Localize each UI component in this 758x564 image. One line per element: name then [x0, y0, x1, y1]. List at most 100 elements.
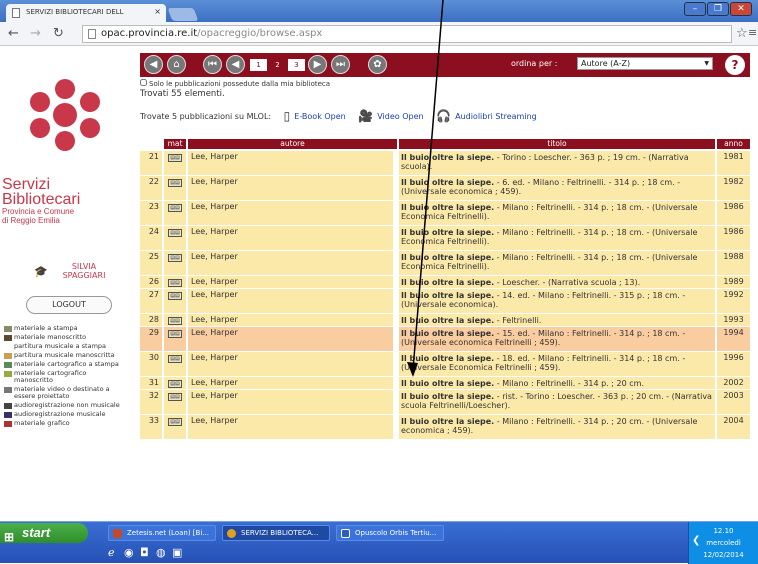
title-main[interactable]: Il buio oltre la siepe.	[401, 329, 494, 338]
title-main[interactable]: Il buio oltre la siepe.	[401, 203, 494, 212]
tab-close-button[interactable]: ×	[154, 7, 161, 16]
new-tab-button[interactable]	[167, 8, 199, 21]
chrome-icon[interactable]: ◍	[156, 546, 166, 559]
help-button[interactable]: ?	[725, 55, 745, 75]
title-main[interactable]: Il buio oltre la siepe.	[401, 228, 494, 237]
title-cell[interactable]: Il buio oltre la siepe. - 14. ed. - Mila…	[399, 289, 715, 313]
back-icon[interactable]: ◀	[144, 55, 163, 74]
taskbar-item-browser[interactable]: SERVIZI BIBLIOTECA...	[222, 525, 330, 541]
address-bar[interactable]: opac.provincia.re.it/opacreggio/browse.a…	[82, 25, 732, 43]
title-cell[interactable]: Il buio oltre la siepe. - 6. ed. - Milan…	[399, 176, 715, 200]
legend-item: materiale video o destinato a essere pro…	[2, 386, 126, 400]
table-row[interactable]: 21 ▤▤ Lee, Harper Il buio oltre la siepe. -…	[140, 151, 750, 175]
app-icon[interactable]: ▣	[172, 546, 182, 559]
settings-icon[interactable]: ✿	[368, 55, 387, 74]
legend-item: audioregistrazione non musicale	[2, 402, 126, 409]
author-cell[interactable]: Lee, Harper	[188, 327, 393, 351]
table-row[interactable]: 30 ▤▤ Lee, Harper Il buio oltre la siepe. -…	[140, 352, 750, 376]
maximize-button[interactable]: ❐	[707, 2, 729, 16]
forward-icon[interactable]: →	[30, 26, 41, 41]
table-row[interactable]: 28 ▤▤ Lee, Harper Il buio oltre la siepe. -…	[140, 314, 750, 326]
material-cell: ▤▤	[164, 314, 186, 326]
author-cell[interactable]: Lee, Harper	[188, 276, 393, 288]
title-cell[interactable]: Il buio oltre la siepe. - Torino : Loesc…	[399, 151, 715, 175]
prev-page-icon[interactable]: ◀	[226, 55, 245, 74]
page-3-button[interactable]: 3	[288, 59, 305, 71]
browser-tab[interactable]: SERVIZI BIBLIOTECARI DELL ×	[6, 4, 166, 22]
home-icon[interactable]: ⌂	[167, 55, 186, 74]
tray-arrow-icon[interactable]: ❮	[692, 535, 700, 547]
author-cell[interactable]: Lee, Harper	[188, 151, 393, 175]
table-row[interactable]: 29 ▤▤ Lee, Harper Il buio oltre la siepe. -…	[140, 327, 750, 351]
star-icon[interactable]: ☆	[736, 26, 748, 41]
audiobook-link[interactable]: Audiolibri Streaming	[455, 112, 537, 121]
office-icon[interactable]: ◘	[140, 546, 149, 559]
title-main[interactable]: Il buio oltre la siepe.	[401, 291, 494, 300]
title-main[interactable]: Il buio oltre la siepe.	[401, 153, 494, 162]
author-cell[interactable]: Lee, Harper	[188, 377, 393, 389]
title-main[interactable]: Il buio oltre la siepe.	[401, 253, 494, 262]
author-cell[interactable]: Lee, Harper	[188, 415, 393, 439]
title-main[interactable]: Il buio oltre la siepe.	[401, 316, 494, 325]
video-link[interactable]: Video Open	[377, 112, 423, 121]
title-main[interactable]: Il buio oltre la siepe.	[401, 392, 494, 401]
table-row[interactable]: 25 ▤▤ Lee, Harper Il buio oltre la siepe. -…	[140, 251, 750, 275]
header-mat[interactable]: mat	[164, 139, 186, 149]
title-cell[interactable]: Il buio oltre la siepe. - Feltrinelli.	[399, 314, 715, 326]
mlol-label: Trovate 5 pubblicazioni su MLOL:	[140, 111, 272, 121]
logout-button[interactable]: LOGOUT	[26, 296, 112, 314]
table-row[interactable]: 32 ▤▤ Lee, Harper Il buio oltre la siepe. -…	[140, 390, 750, 414]
owned-only-checkbox[interactable]	[140, 79, 147, 86]
table-row[interactable]: 22 ▤▤ Lee, Harper Il buio oltre la siepe. -…	[140, 176, 750, 200]
table-row[interactable]: 26 ▤▤ Lee, Harper Il buio oltre la siepe. -…	[140, 276, 750, 288]
table-row[interactable]: 24 ▤▤ Lee, Harper Il buio oltre la siepe. -…	[140, 226, 750, 250]
ebook-link[interactable]: E-Book Open	[294, 112, 345, 121]
last-page-icon[interactable]: ⏭	[331, 55, 350, 74]
next-page-icon[interactable]: ▶	[308, 55, 327, 74]
menu-icon[interactable]: ≡	[748, 26, 757, 39]
back-icon[interactable]: ←	[8, 26, 19, 41]
title-main[interactable]: Il buio oltre la siepe.	[401, 278, 494, 287]
reload-icon[interactable]: ↻	[53, 26, 64, 41]
material-cell: ▤▤	[164, 226, 186, 250]
page-2-button[interactable]: 2	[269, 59, 286, 71]
author-cell[interactable]: Lee, Harper	[188, 176, 393, 200]
ie-icon[interactable]: ℯ	[108, 546, 115, 559]
header-titolo[interactable]: titolo	[399, 139, 715, 149]
title-cell[interactable]: Il buio oltre la siepe. - Milano : Feltr…	[399, 415, 715, 439]
title-cell[interactable]: Il buio oltre la siepe. - Milano : Feltr…	[399, 377, 715, 389]
close-window-button[interactable]: ✕	[730, 2, 752, 16]
title-cell[interactable]: Il buio oltre la siepe. - rist. - Torino…	[399, 390, 715, 414]
title-cell[interactable]: Il buio oltre la siepe. - Milano : Feltr…	[399, 226, 715, 250]
title-main[interactable]: Il buio oltre la siepe.	[401, 354, 494, 363]
table-row[interactable]: 27 ▤▤ Lee, Harper Il buio oltre la siepe. -…	[140, 289, 750, 313]
author-cell[interactable]: Lee, Harper	[188, 314, 393, 326]
author-cell[interactable]: Lee, Harper	[188, 352, 393, 376]
title-cell[interactable]: Il buio oltre la siepe. - 15. ed. - Mila…	[399, 327, 715, 351]
title-main[interactable]: Il buio oltre la siepe.	[401, 379, 494, 388]
author-cell[interactable]: Lee, Harper	[188, 289, 393, 313]
title-cell[interactable]: Il buio oltre la siepe. - Milano : Feltr…	[399, 251, 715, 275]
title-main[interactable]: Il buio oltre la siepe.	[401, 178, 494, 187]
author-cell[interactable]: Lee, Harper	[188, 201, 393, 225]
title-main[interactable]: Il buio oltre la siepe.	[401, 417, 494, 426]
title-cell[interactable]: Il buio oltre la siepe. - Loescher. - (N…	[399, 276, 715, 288]
minimize-button[interactable]: –	[684, 2, 706, 16]
taskbar-item-zetesis[interactable]: Zetesis.net (Loan) [Bi...	[108, 525, 216, 541]
start-button[interactable]: ⊞ start	[0, 523, 88, 544]
author-cell[interactable]: Lee, Harper	[188, 251, 393, 275]
table-row[interactable]: 31 ▤▤ Lee, Harper Il buio oltre la siepe. -…	[140, 377, 750, 389]
table-row[interactable]: 23 ▤▤ Lee, Harper Il buio oltre la siepe. -…	[140, 201, 750, 225]
first-page-icon[interactable]: ⏮	[203, 55, 222, 74]
author-cell[interactable]: Lee, Harper	[188, 390, 393, 414]
header-anno[interactable]: anno	[717, 139, 750, 149]
title-cell[interactable]: Il buio oltre la siepe. - Milano : Feltr…	[399, 201, 715, 225]
order-select[interactable]: Autore (A-Z)	[577, 57, 713, 70]
table-row[interactable]: 33 ▤▤ Lee, Harper Il buio oltre la siepe. -…	[140, 415, 750, 439]
author-cell[interactable]: Lee, Harper	[188, 226, 393, 250]
taskbar-item-document[interactable]: Opuscolo Orbis Tertiu...	[336, 525, 444, 541]
firefox-icon[interactable]: ◉	[124, 546, 134, 559]
title-cell[interactable]: Il buio oltre la siepe. - 18. ed. - Mila…	[399, 352, 715, 376]
page-1-button[interactable]: 1	[250, 59, 267, 71]
header-autore[interactable]: autore	[188, 139, 397, 149]
